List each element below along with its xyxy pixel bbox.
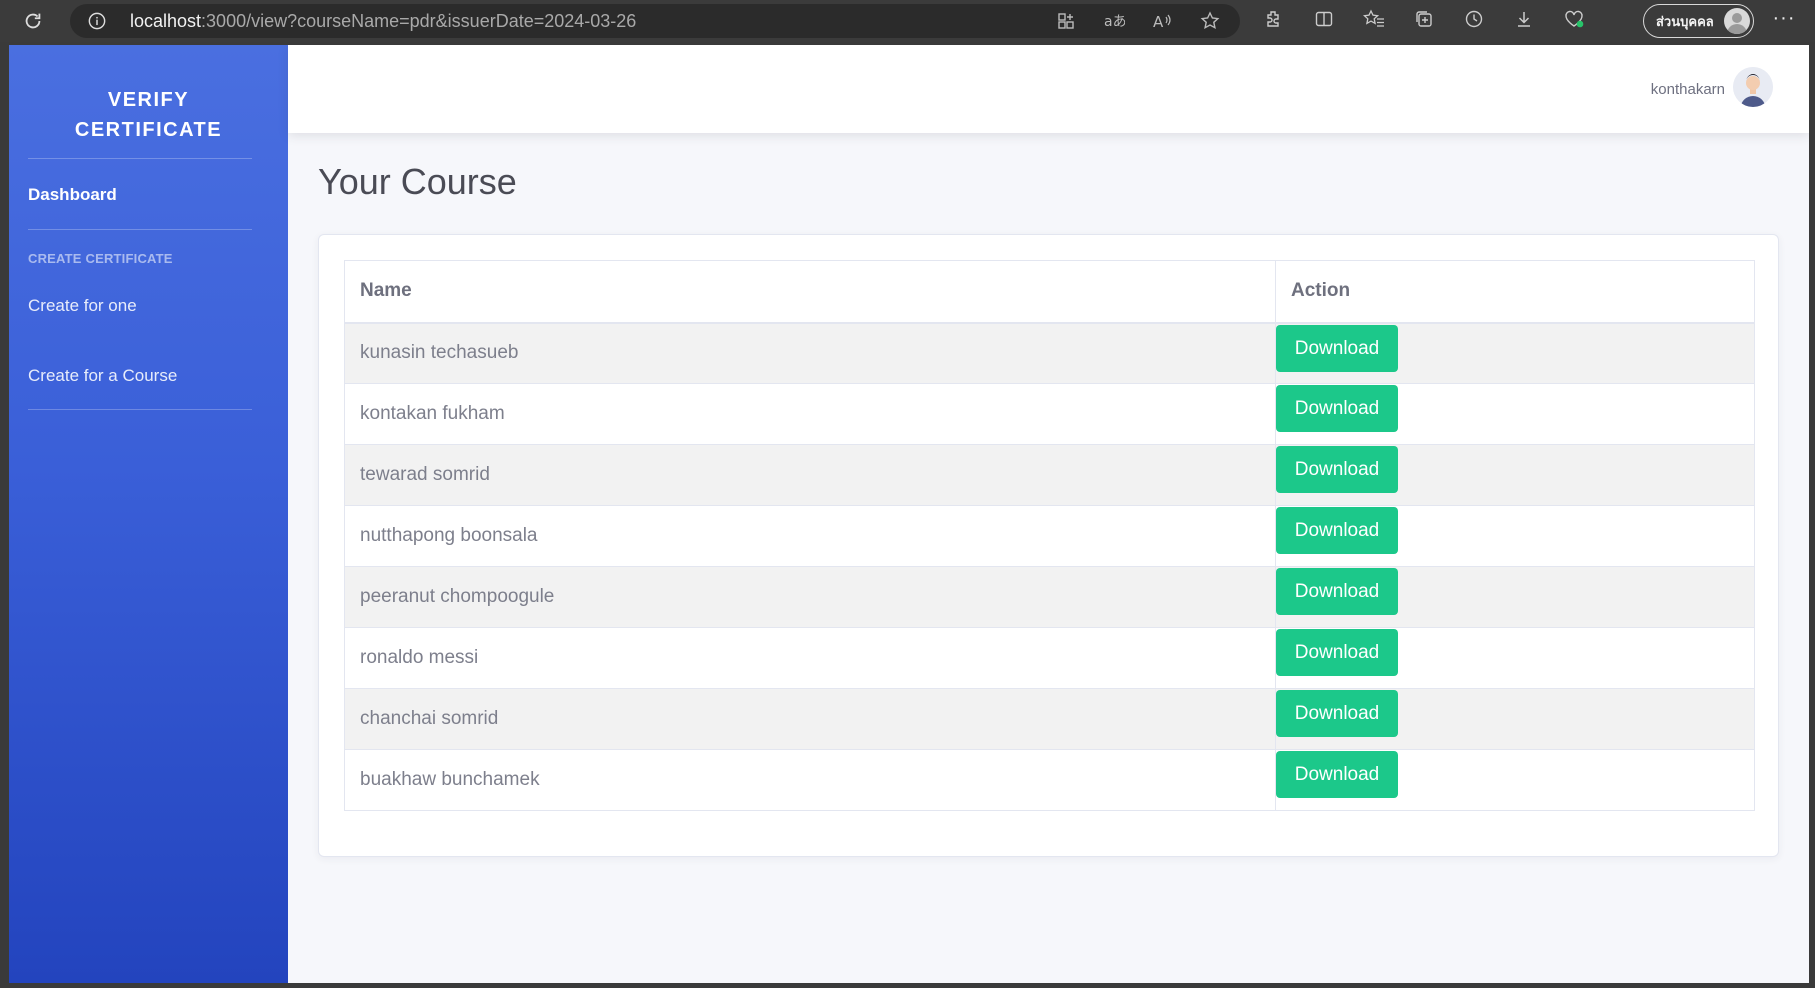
table-row: ronaldo messi Download bbox=[344, 627, 1755, 689]
sidebar-divider bbox=[28, 229, 252, 230]
svg-text:aあ: aあ bbox=[1104, 14, 1125, 30]
download-button[interactable]: Download bbox=[1276, 629, 1398, 676]
student-name: kunasin techasueb bbox=[344, 322, 1276, 384]
sidebar: VERIFY CERTIFICATE Dashboard CREATE CERT… bbox=[9, 45, 288, 983]
collections-icon[interactable] bbox=[1410, 8, 1438, 30]
student-name: buakhaw bunchamek bbox=[344, 749, 1276, 811]
profile-avatar-icon bbox=[1724, 8, 1750, 34]
table-row: kontakan fukham Download bbox=[344, 383, 1755, 445]
translate-icon[interactable]: aあ bbox=[1100, 10, 1128, 32]
extensions-icon[interactable] bbox=[1260, 8, 1288, 30]
page-title: Your Course bbox=[318, 161, 517, 202]
favorites-icon[interactable] bbox=[1360, 8, 1388, 30]
student-name: peeranut chompoogule bbox=[344, 566, 1276, 628]
course-card: Name Action kunasin techasueb Download k… bbox=[318, 234, 1779, 857]
url-path: :3000/view?courseName=pdr&issuerDate=202… bbox=[201, 11, 637, 31]
downloads-icon[interactable] bbox=[1510, 8, 1538, 30]
user-name[interactable]: konthakarn bbox=[1651, 81, 1725, 98]
column-header-name: Name bbox=[344, 260, 1276, 324]
url-text[interactable]: localhost:3000/view?courseName=pdr&issue… bbox=[130, 11, 636, 32]
table-row: nutthapong boonsala Download bbox=[344, 505, 1755, 567]
download-button[interactable]: Download bbox=[1276, 690, 1398, 737]
column-header-action: Action bbox=[1275, 260, 1755, 324]
student-name: tewarad somrid bbox=[344, 444, 1276, 506]
student-name: chanchai somrid bbox=[344, 688, 1276, 750]
download-button[interactable]: Download bbox=[1276, 446, 1398, 493]
read-aloud-icon[interactable]: A bbox=[1148, 10, 1176, 32]
brand-line-2: CERTIFICATE bbox=[74, 119, 223, 141]
download-button[interactable]: Download bbox=[1276, 385, 1398, 432]
table-row: tewarad somrid Download bbox=[344, 444, 1755, 506]
student-name: kontakan fukham bbox=[344, 383, 1276, 445]
table-header-row: Name Action bbox=[344, 260, 1755, 324]
user-avatar[interactable] bbox=[1733, 67, 1773, 107]
student-name: ronaldo messi bbox=[344, 627, 1276, 689]
profile-button[interactable]: ส่วนบุคคล bbox=[1643, 4, 1754, 38]
topbar: konthakarn bbox=[288, 45, 1809, 133]
sidebar-section-heading: CREATE CERTIFICATE bbox=[28, 251, 173, 266]
sidebar-divider bbox=[28, 409, 252, 410]
students-table: Name Action kunasin techasueb Download k… bbox=[344, 260, 1755, 811]
split-screen-icon[interactable] bbox=[1310, 8, 1338, 30]
table-row: chanchai somrid Download bbox=[344, 688, 1755, 750]
download-button[interactable]: Download bbox=[1276, 751, 1398, 798]
brand-line-1: VERIFY bbox=[107, 89, 190, 111]
svg-text:A: A bbox=[1153, 13, 1164, 30]
sidebar-item-create-for-course[interactable]: Create for a Course bbox=[28, 366, 177, 386]
address-bar[interactable]: localhost:3000/view?courseName=pdr&issue… bbox=[70, 4, 1240, 38]
download-button[interactable]: Download bbox=[1276, 507, 1398, 554]
profile-label: ส่วนบุคคล bbox=[1656, 14, 1714, 30]
student-name: nutthapong boonsala bbox=[344, 505, 1276, 567]
brand-title[interactable]: VERIFY CERTIFICATE bbox=[9, 85, 288, 145]
history-icon[interactable] bbox=[1460, 8, 1488, 30]
sidebar-item-create-for-one[interactable]: Create for one bbox=[28, 296, 137, 316]
download-button[interactable]: Download bbox=[1276, 568, 1398, 615]
table-row: buakhaw bunchamek Download bbox=[344, 749, 1755, 811]
table-row: kunasin techasueb Download bbox=[344, 322, 1755, 384]
info-icon[interactable] bbox=[88, 12, 106, 30]
more-options-icon[interactable]: ··· bbox=[1770, 8, 1798, 34]
app-install-icon[interactable] bbox=[1052, 10, 1080, 32]
favorite-star-icon[interactable] bbox=[1196, 10, 1224, 32]
sidebar-divider bbox=[28, 158, 252, 159]
reload-icon[interactable] bbox=[18, 7, 48, 35]
sidebar-item-dashboard[interactable]: Dashboard bbox=[28, 185, 117, 205]
table-row: peeranut chompoogule Download bbox=[344, 566, 1755, 628]
download-button[interactable]: Download bbox=[1276, 324, 1398, 372]
browser-toolbar: localhost:3000/view?courseName=pdr&issue… bbox=[0, 0, 1815, 42]
browser-essentials-icon[interactable] bbox=[1560, 8, 1588, 30]
url-host: localhost bbox=[130, 11, 202, 31]
app-window: VERIFY CERTIFICATE Dashboard CREATE CERT… bbox=[9, 45, 1809, 983]
